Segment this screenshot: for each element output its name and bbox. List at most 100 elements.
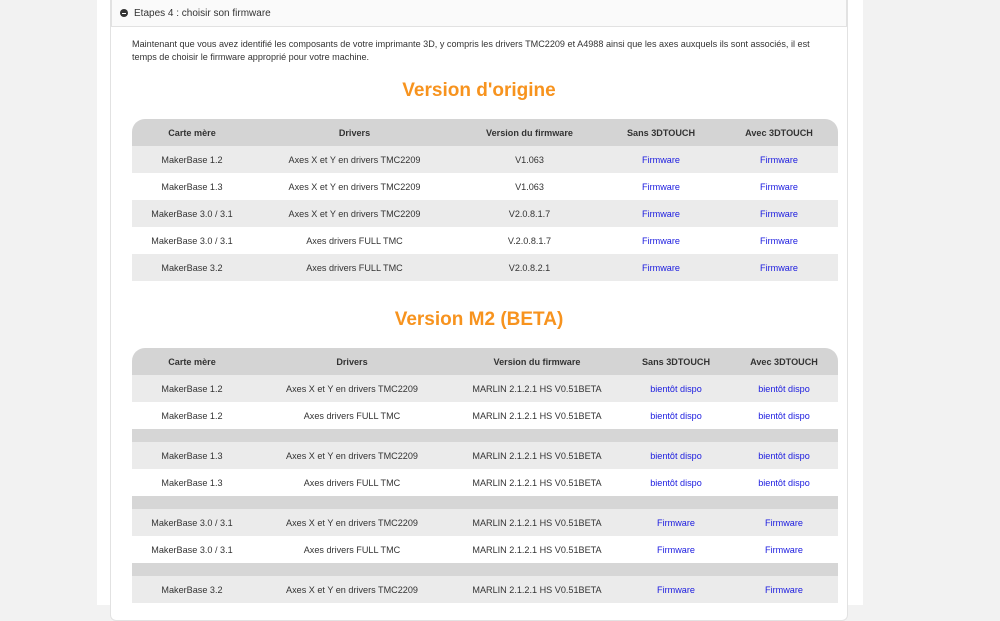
table-cell: Firmware <box>602 173 720 200</box>
firmware-link-without-3dtouch[interactable]: Firmware <box>657 545 695 555</box>
firmware-link-with-3dtouch[interactable]: Firmware <box>760 155 798 165</box>
table-cell: MakerBase 1.2 <box>132 375 252 402</box>
table-cell: bientôt dispo <box>730 402 838 429</box>
table-cell: Firmware <box>720 200 838 227</box>
firmware-link-without-3dtouch[interactable]: Firmware <box>642 182 680 192</box>
table-cell: MakerBase 3.2 <box>132 254 252 281</box>
firmware-link-with-3dtouch[interactable]: bientôt dispo <box>758 478 810 488</box>
column-header: Version du firmware <box>452 348 622 375</box>
table-cell: V.2.0.8.1.7 <box>457 227 602 254</box>
table-cell: MARLIN 2.1.2.1 HS V0.51BETA <box>452 375 622 402</box>
table-cell: MakerBase 3.0 / 3.1 <box>132 227 252 254</box>
table-cell: MakerBase 1.3 <box>132 469 252 496</box>
firmware-table-m2-beta: Carte mère Drivers Version du firmware Sans… <box>132 348 838 603</box>
column-header: Drivers <box>252 119 457 146</box>
table-cell: Axes drivers FULL TMC <box>252 254 457 281</box>
table-row: MakerBase 1.2 Axes X et Y en drivers TMC2… <box>132 146 838 173</box>
table-cell: Firmware <box>622 576 730 603</box>
table-cell: Firmware <box>730 576 838 603</box>
firmware-link-without-3dtouch[interactable]: Firmware <box>657 518 695 528</box>
table-cell: Firmware <box>622 509 730 536</box>
table-cell: Firmware <box>730 509 838 536</box>
column-header: Sans 3DTOUCH <box>602 119 720 146</box>
group-separator <box>132 496 838 509</box>
table-cell: Axes X et Y en drivers TMC2209 <box>252 509 452 536</box>
table-cell: Axes X et Y en drivers TMC2209 <box>252 576 452 603</box>
firmware-link-without-3dtouch[interactable]: bientôt dispo <box>650 384 702 394</box>
step-panel-header[interactable]: Etapes 4 : choisir son firmware <box>111 0 847 27</box>
table-row: MakerBase 3.0 / 3.1 Axes X et Y en driver… <box>132 200 838 227</box>
table-cell: Firmware <box>720 173 838 200</box>
firmware-link-without-3dtouch[interactable]: Firmware <box>657 585 695 595</box>
table-cell: MakerBase 1.3 <box>132 442 252 469</box>
firmware-link-with-3dtouch[interactable]: Firmware <box>760 236 798 246</box>
table-cell: bientôt dispo <box>622 469 730 496</box>
table-cell: MakerBase 3.2 <box>132 576 252 603</box>
table-cell: Firmware <box>720 146 838 173</box>
intro-paragraph: Maintenant que vous avez identifié les c… <box>132 39 810 62</box>
table-cell: Axes X et Y en drivers TMC2209 <box>252 375 452 402</box>
firmware-link-with-3dtouch[interactable]: Firmware <box>760 182 798 192</box>
group-separator <box>132 429 838 442</box>
table-cell: bientôt dispo <box>730 442 838 469</box>
firmware-link-with-3dtouch[interactable]: Firmware <box>765 545 803 555</box>
table-cell: MakerBase 3.0 / 3.1 <box>132 200 252 227</box>
firmware-link-without-3dtouch[interactable]: bientôt dispo <box>650 411 702 421</box>
table-cell: MARLIN 2.1.2.1 HS V0.51BETA <box>452 402 622 429</box>
table-cell: bientôt dispo <box>622 402 730 429</box>
firmware-link-without-3dtouch[interactable]: Firmware <box>642 263 680 273</box>
firmware-link-with-3dtouch[interactable]: Firmware <box>760 263 798 273</box>
table-row: MakerBase 3.2 Axes X et Y en drivers TMC2… <box>132 576 838 603</box>
column-header: Version du firmware <box>457 119 602 146</box>
table-cell: Firmware <box>622 536 730 563</box>
table-cell: Firmware <box>730 536 838 563</box>
table-cell: Firmware <box>602 146 720 173</box>
firmware-link-with-3dtouch[interactable]: bientôt dispo <box>758 384 810 394</box>
column-header: Avec 3DTOUCH <box>720 119 838 146</box>
table-cell: MARLIN 2.1.2.1 HS V0.51BETA <box>452 536 622 563</box>
table-cell: bientôt dispo <box>622 442 730 469</box>
table-row: MakerBase 1.2 Axes X et Y en drivers TMC2… <box>132 375 838 402</box>
table-cell: Axes drivers FULL TMC <box>252 402 452 429</box>
firmware-table-origine: Carte mère Drivers Version du firmware Sans… <box>132 119 838 281</box>
table-cell: Axes drivers FULL TMC <box>252 469 452 496</box>
firmware-link-with-3dtouch[interactable]: bientôt dispo <box>758 411 810 421</box>
firmware-link-without-3dtouch[interactable]: bientôt dispo <box>650 451 702 461</box>
firmware-link-with-3dtouch[interactable]: bientôt dispo <box>758 451 810 461</box>
table-cell: Firmware <box>720 254 838 281</box>
table-cell: Axes X et Y en drivers TMC2209 <box>252 146 457 173</box>
table-cell: Firmware <box>602 227 720 254</box>
firmware-link-without-3dtouch[interactable]: Firmware <box>642 209 680 219</box>
page: Etapes 4 : choisir son firmware Maintena… <box>97 0 863 621</box>
table-cell: Axes drivers FULL TMC <box>252 227 457 254</box>
firmware-link-without-3dtouch[interactable]: Firmware <box>642 236 680 246</box>
table-row: MakerBase 1.3 Axes X et Y en drivers TMC2… <box>132 173 838 200</box>
column-header: Carte mère <box>132 348 252 375</box>
table-cell: V1.063 <box>457 146 602 173</box>
table-row: MakerBase 1.2 Axes drivers FULL TMC MARLIN… <box>132 402 838 429</box>
table-cell: V2.0.8.1.7 <box>457 200 602 227</box>
table-cell: bientôt dispo <box>622 375 730 402</box>
table-cell: MakerBase 1.3 <box>132 173 252 200</box>
firmware-link-with-3dtouch[interactable]: Firmware <box>765 518 803 528</box>
table-row: MakerBase 3.0 / 3.1 Axes drivers FULL TMC… <box>132 536 838 563</box>
table-cell: MARLIN 2.1.2.1 HS V0.51BETA <box>452 469 622 496</box>
table-cell: MakerBase 3.0 / 3.1 <box>132 509 252 536</box>
table-row: MakerBase 3.0 / 3.1 Axes drivers FULL TMC… <box>132 227 838 254</box>
table-cell: Firmware <box>602 254 720 281</box>
table-row: MakerBase 1.3 Axes X et Y en drivers TMC2… <box>132 442 838 469</box>
section-title-m2-beta: Version M2 (BETA) <box>394 309 564 330</box>
column-header: Sans 3DTOUCH <box>622 348 730 375</box>
table-cell: V1.063 <box>457 173 602 200</box>
firmware-link-with-3dtouch[interactable]: Firmware <box>760 209 798 219</box>
firmware-link-without-3dtouch[interactable]: bientôt dispo <box>650 478 702 488</box>
table-cell: Firmware <box>720 227 838 254</box>
step-panel-title: Etapes 4 : choisir son firmware <box>134 7 271 19</box>
table-cell: Axes X et Y en drivers TMC2209 <box>252 200 457 227</box>
table-cell: Axes drivers FULL TMC <box>252 536 452 563</box>
table-row: MakerBase 3.0 / 3.1 Axes X et Y en driver… <box>132 509 838 536</box>
firmware-link-without-3dtouch[interactable]: Firmware <box>642 155 680 165</box>
firmware-link-with-3dtouch[interactable]: Firmware <box>765 585 803 595</box>
table-cell: bientôt dispo <box>730 375 838 402</box>
collapse-minus-icon[interactable] <box>120 9 128 17</box>
